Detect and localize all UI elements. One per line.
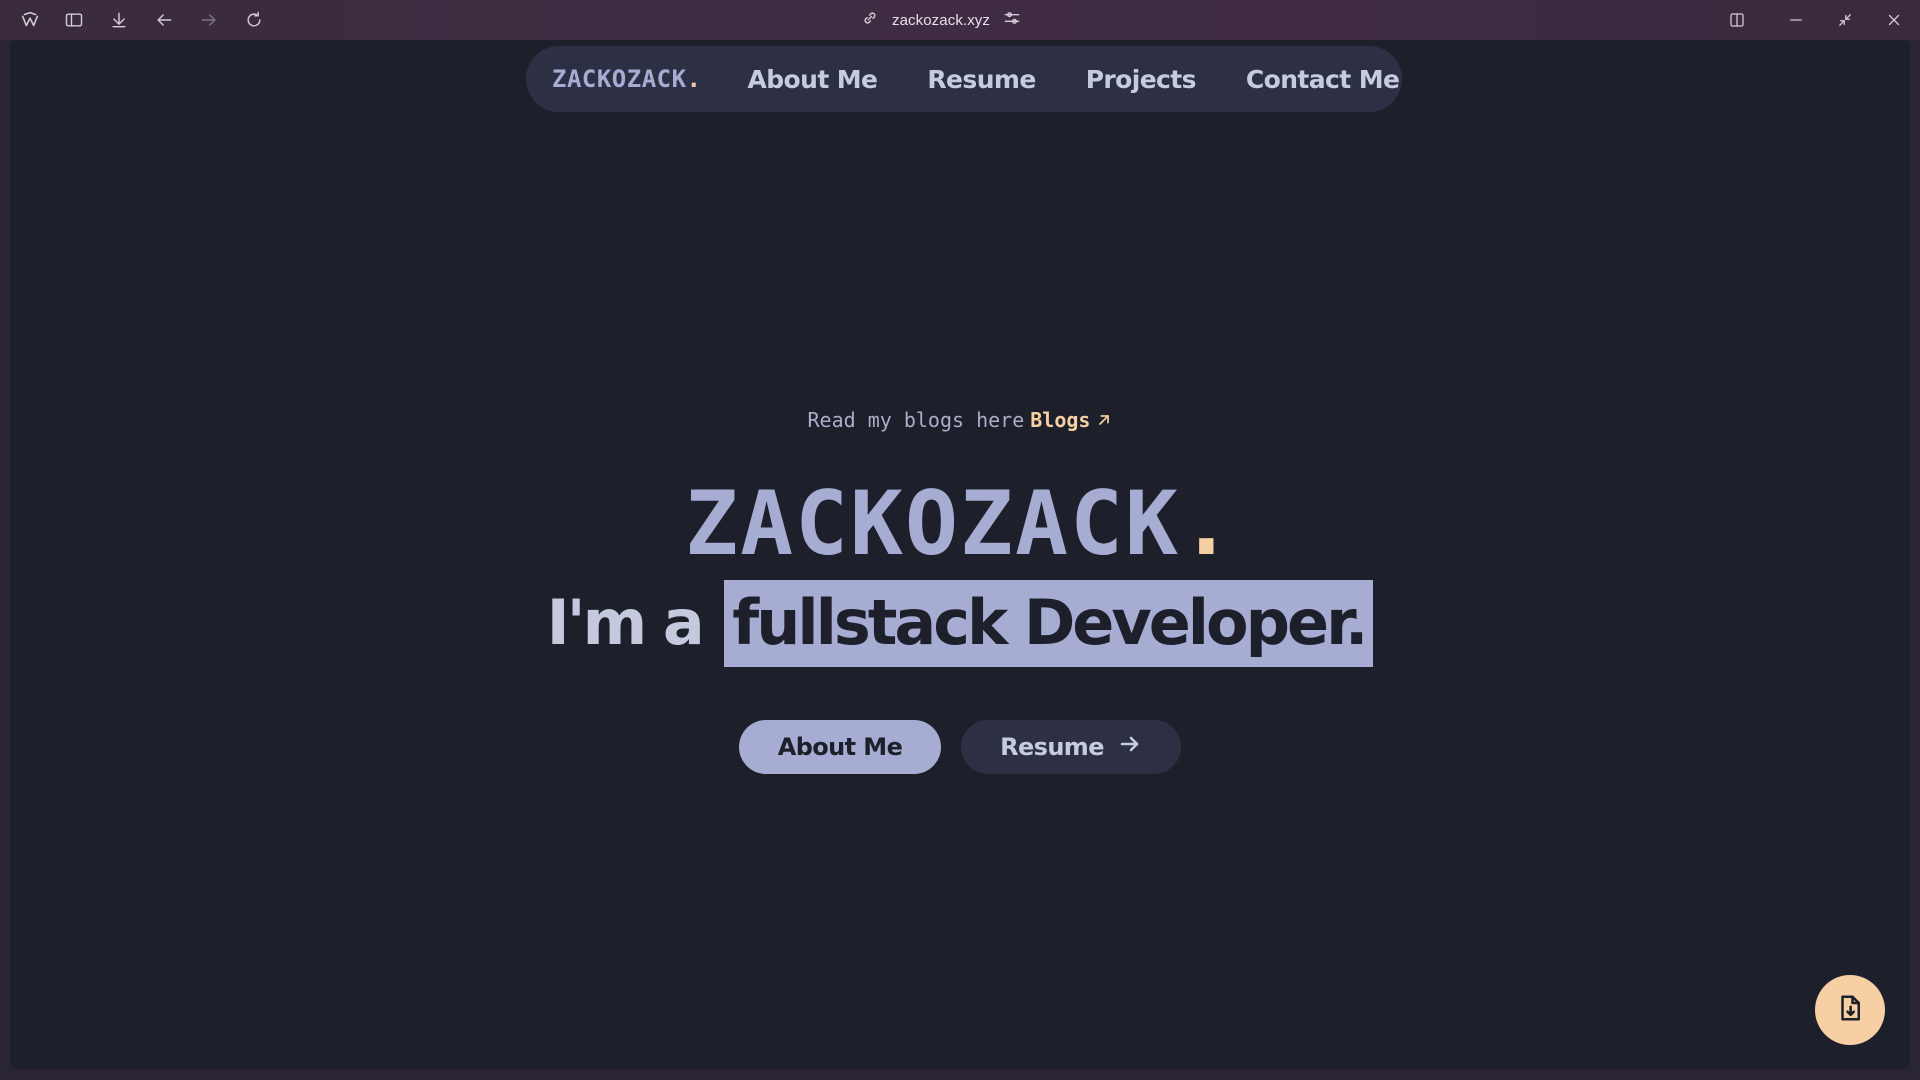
about-me-button[interactable]: About Me	[739, 720, 941, 774]
subtitle-highlight: fullstack Developer.	[724, 580, 1374, 667]
top-navigation: ZACKOZACK. About Me Resume Projects Cont…	[526, 46, 1402, 112]
subtitle-prefix: I'm a	[546, 586, 705, 659]
url-text[interactable]: zackozack.xyz	[892, 12, 990, 29]
hero-title-text: ZACKOZACK	[685, 472, 1180, 575]
nav-brand-dot: .	[686, 65, 702, 93]
hero-subtitle: I'm a fullstack Developer.	[10, 580, 1910, 667]
arrow-left-icon[interactable]	[152, 8, 176, 32]
hero-actions: About Me Resume	[10, 720, 1910, 774]
reload-icon[interactable]	[242, 8, 266, 32]
nav-link-resume[interactable]: Resume	[927, 65, 1036, 94]
blog-prompt-text: Read my blogs here	[807, 408, 1025, 432]
nav-brand-text: ZACKOZACK	[552, 65, 687, 93]
resume-button[interactable]: Resume	[961, 720, 1181, 774]
download-resume-fab[interactable]	[1815, 975, 1885, 1045]
sidebar-toggle-icon[interactable]	[62, 8, 86, 32]
hero-title: ZACKOZACK.	[10, 480, 1910, 568]
split-view-icon[interactable]	[1725, 8, 1749, 32]
download-icon[interactable]	[107, 8, 131, 32]
blogs-link[interactable]: Blogs	[1030, 408, 1112, 432]
blogs-link-text: Blogs	[1030, 408, 1091, 432]
file-download-icon	[1835, 993, 1865, 1028]
sliders-icon[interactable]	[1002, 8, 1022, 32]
nav-link-projects[interactable]: Projects	[1086, 65, 1197, 94]
hero-title-dot: .	[1179, 472, 1235, 575]
minimize-icon[interactable]	[1784, 8, 1808, 32]
page-viewport: ZACKOZACK. About Me Resume Projects Cont…	[10, 40, 1910, 1070]
resume-button-label: Resume	[1000, 733, 1104, 761]
blog-prompt: Read my blogs here Blogs	[10, 408, 1910, 433]
arrow-right-icon[interactable]	[197, 8, 221, 32]
close-icon[interactable]	[1882, 8, 1906, 32]
link-icon	[860, 8, 880, 32]
about-me-button-label: About Me	[777, 733, 903, 761]
nav-brand[interactable]: ZACKOZACK.	[552, 65, 702, 93]
browser-toolbar: zackozack.xyz	[0, 0, 1920, 40]
arrow-right-icon	[1118, 732, 1142, 762]
restore-icon[interactable]	[1833, 8, 1857, 32]
nav-link-contact-me[interactable]: Contact Me	[1246, 65, 1400, 94]
address-bar[interactable]: zackozack.xyz	[860, 8, 1022, 32]
arrow-up-right-icon	[1096, 409, 1112, 433]
nav-link-about-me[interactable]: About Me	[748, 65, 879, 94]
browser-logo-icon[interactable]	[18, 8, 42, 32]
